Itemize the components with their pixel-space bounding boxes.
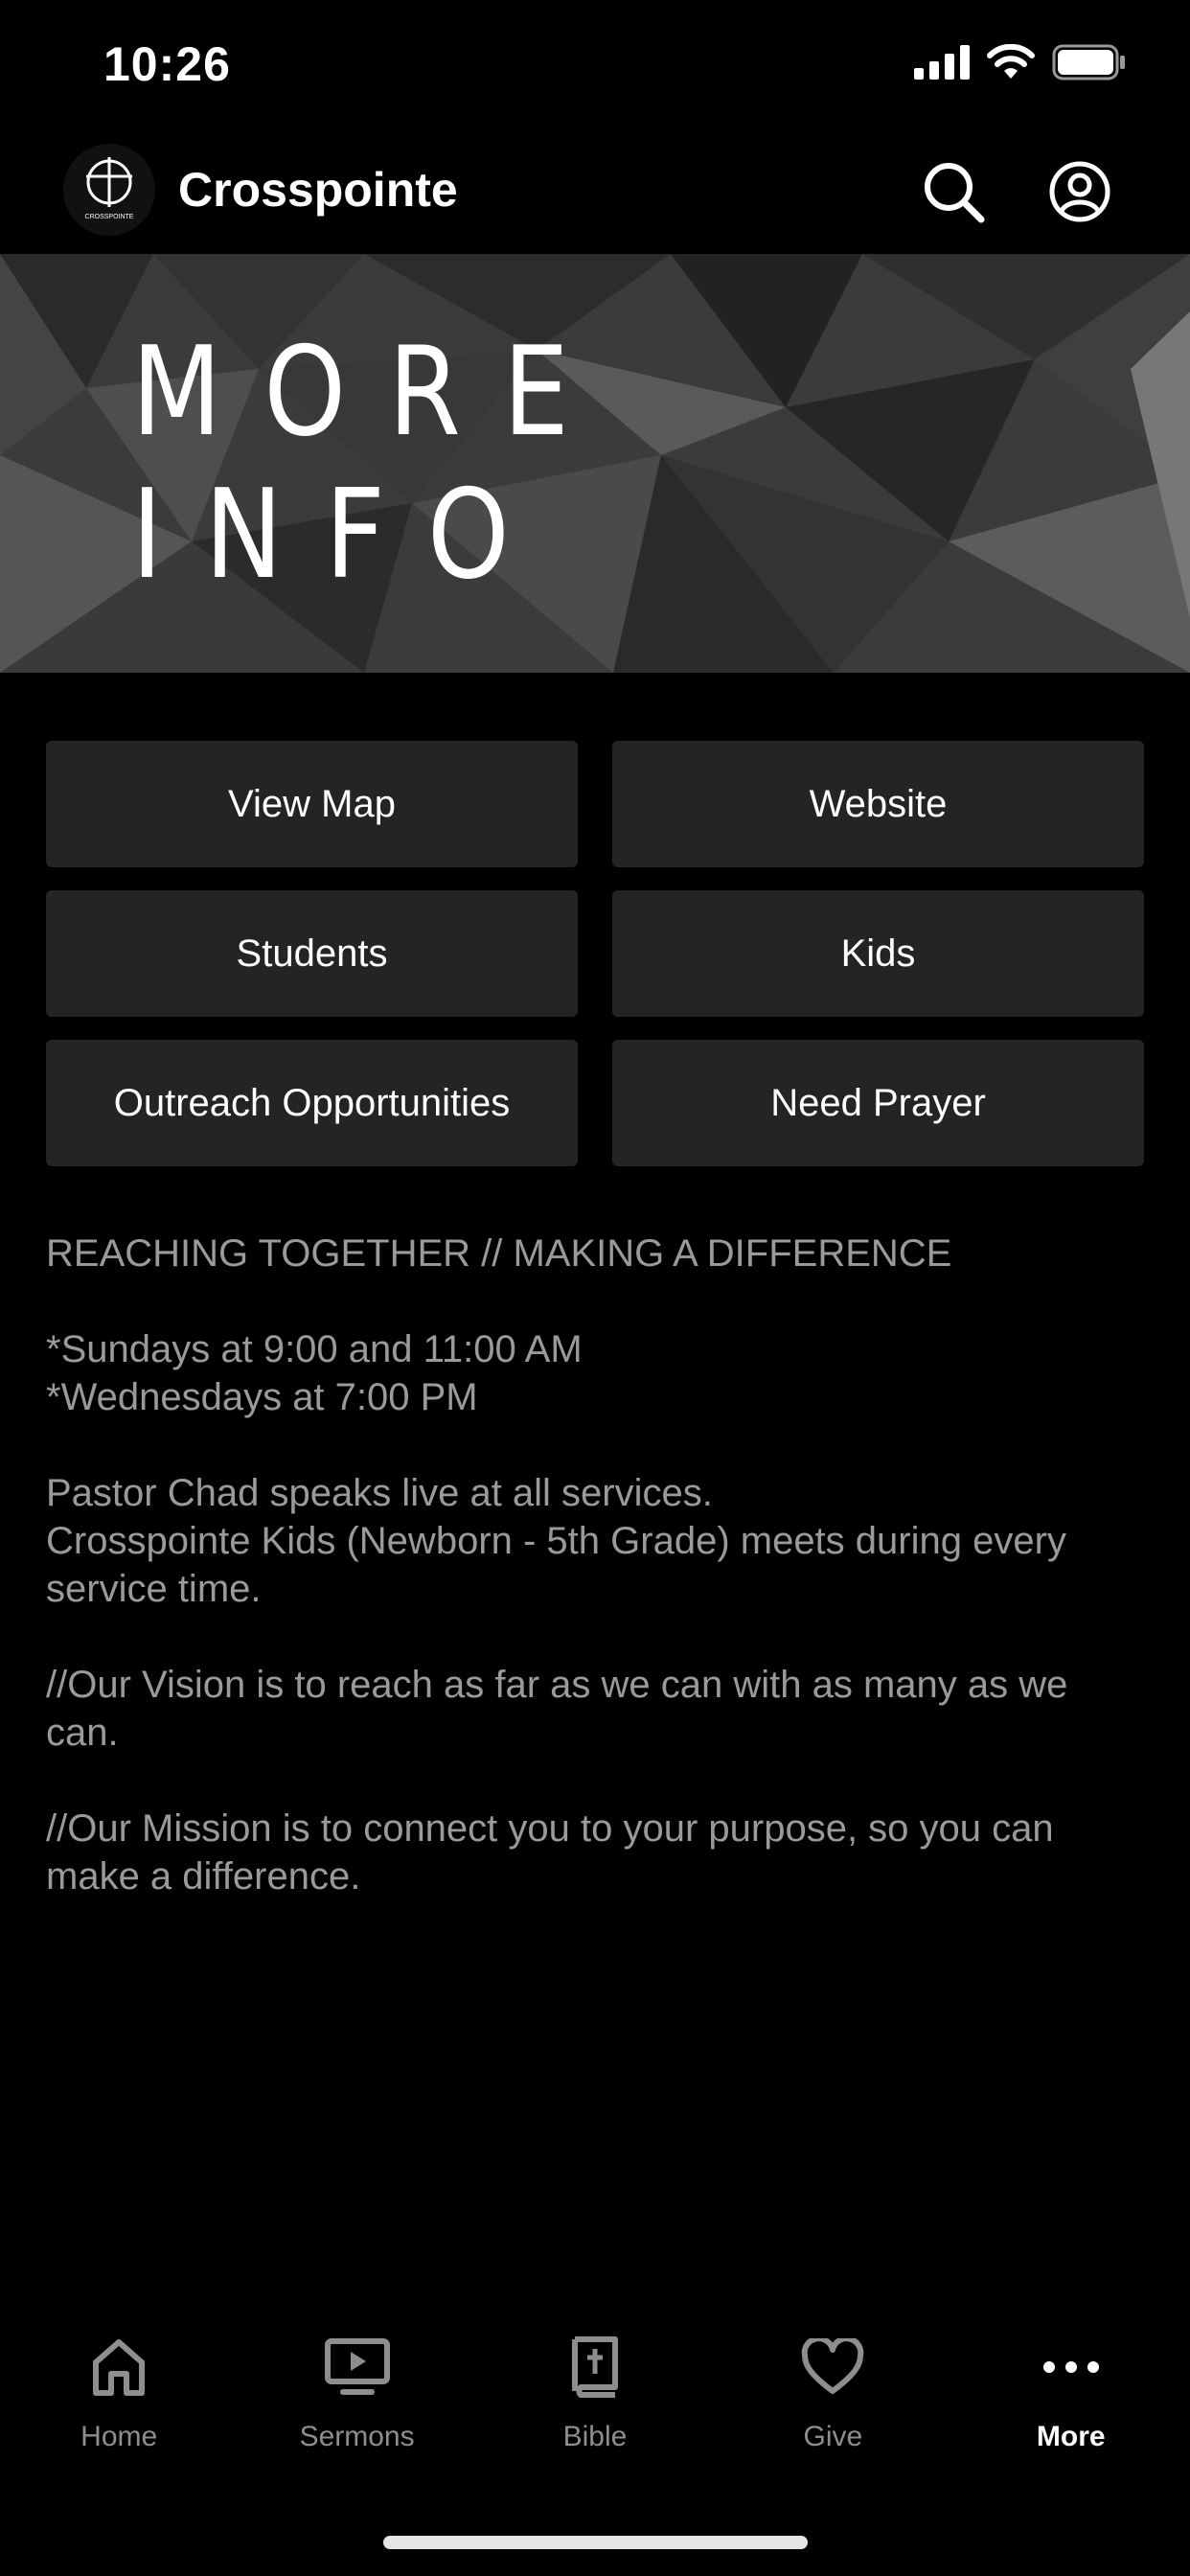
tab-give-label: Give [803,2421,863,2452]
home-icon [93,2339,146,2396]
app-title: Crosspointe [178,163,458,217]
quick-links-grid: View Map Website Students Kids Outreach … [46,741,1144,1166]
tab-bible-label: Bible [562,2421,628,2452]
status-time: 10:26 [103,37,231,91]
logo-text: CROSSPOINTE [85,214,134,220]
pastor-info: Pastor Chad speaks live at all services. [46,1472,713,1514]
services-info: Pastor Chad speaks live at all services.… [46,1469,1144,1613]
banner-title: MORE INFO [131,320,611,607]
cross-logo-icon: CROSSPOINTE [85,157,134,220]
tab-more-label: More [1036,2421,1106,2452]
tab-home[interactable]: Home [0,2329,238,2463]
wifi-icon [987,44,1035,79]
more-info-banner: MORE INFO [0,254,1190,673]
cellular-signal-icon [914,45,970,80]
vision-statement: //Our Vision is to reach as far as we ca… [46,1664,1068,1754]
mission-statement: //Our Mission is to connect you to your … [46,1807,1054,1898]
outreach-opportunities-button[interactable]: Outreach Opportunities [46,1040,578,1166]
profile-icon [1049,161,1110,222]
search-button[interactable] [918,156,989,227]
kids-button[interactable]: Kids [612,890,1144,1017]
status-bar: 10:26 [0,0,1190,129]
home-indicator[interactable] [383,2536,808,2549]
tab-home-label: Home [80,2421,158,2452]
heart-icon [802,2338,864,2394]
info-text: REACHING TOGETHER // MAKING A DIFFERENCE… [46,1230,1144,1948]
status-icons [914,44,1127,80]
tab-sermons-label: Sermons [299,2421,415,2452]
tab-give[interactable]: Give [714,2329,951,2463]
bible-icon [571,2336,618,2398]
tab-sermons[interactable]: Sermons [238,2329,475,2463]
view-map-button[interactable]: View Map [46,741,578,867]
profile-button[interactable] [1044,156,1115,227]
more-icon [1042,2361,1099,2373]
app-header: CROSSPOINTE Crosspointe [0,129,1190,254]
brand-logo[interactable]: CROSSPOINTE [63,144,155,236]
service-time-sunday: *Sundays at 9:00 and 11:00 AM [46,1328,583,1370]
need-prayer-button[interactable]: Need Prayer [612,1040,1144,1166]
website-button[interactable]: Website [612,741,1144,867]
tab-more[interactable]: More [952,2329,1190,2463]
kids-info: Crosspointe Kids (Newborn - 5th Grade) m… [46,1520,1066,1610]
service-times: *Sundays at 9:00 and 11:00 AM *Wednesday… [46,1325,1144,1421]
students-button[interactable]: Students [46,890,578,1017]
search-icon [925,163,985,223]
tagline: REACHING TOGETHER // MAKING A DIFFERENCE [46,1232,952,1275]
tab-bar: Home Sermons Bible Give More [0,2329,1190,2463]
battery-icon [1052,44,1125,80]
tab-bible[interactable]: Bible [476,2329,714,2463]
service-time-wednesday: *Wednesdays at 7:00 PM [46,1376,478,1418]
sermons-icon [324,2338,390,2395]
